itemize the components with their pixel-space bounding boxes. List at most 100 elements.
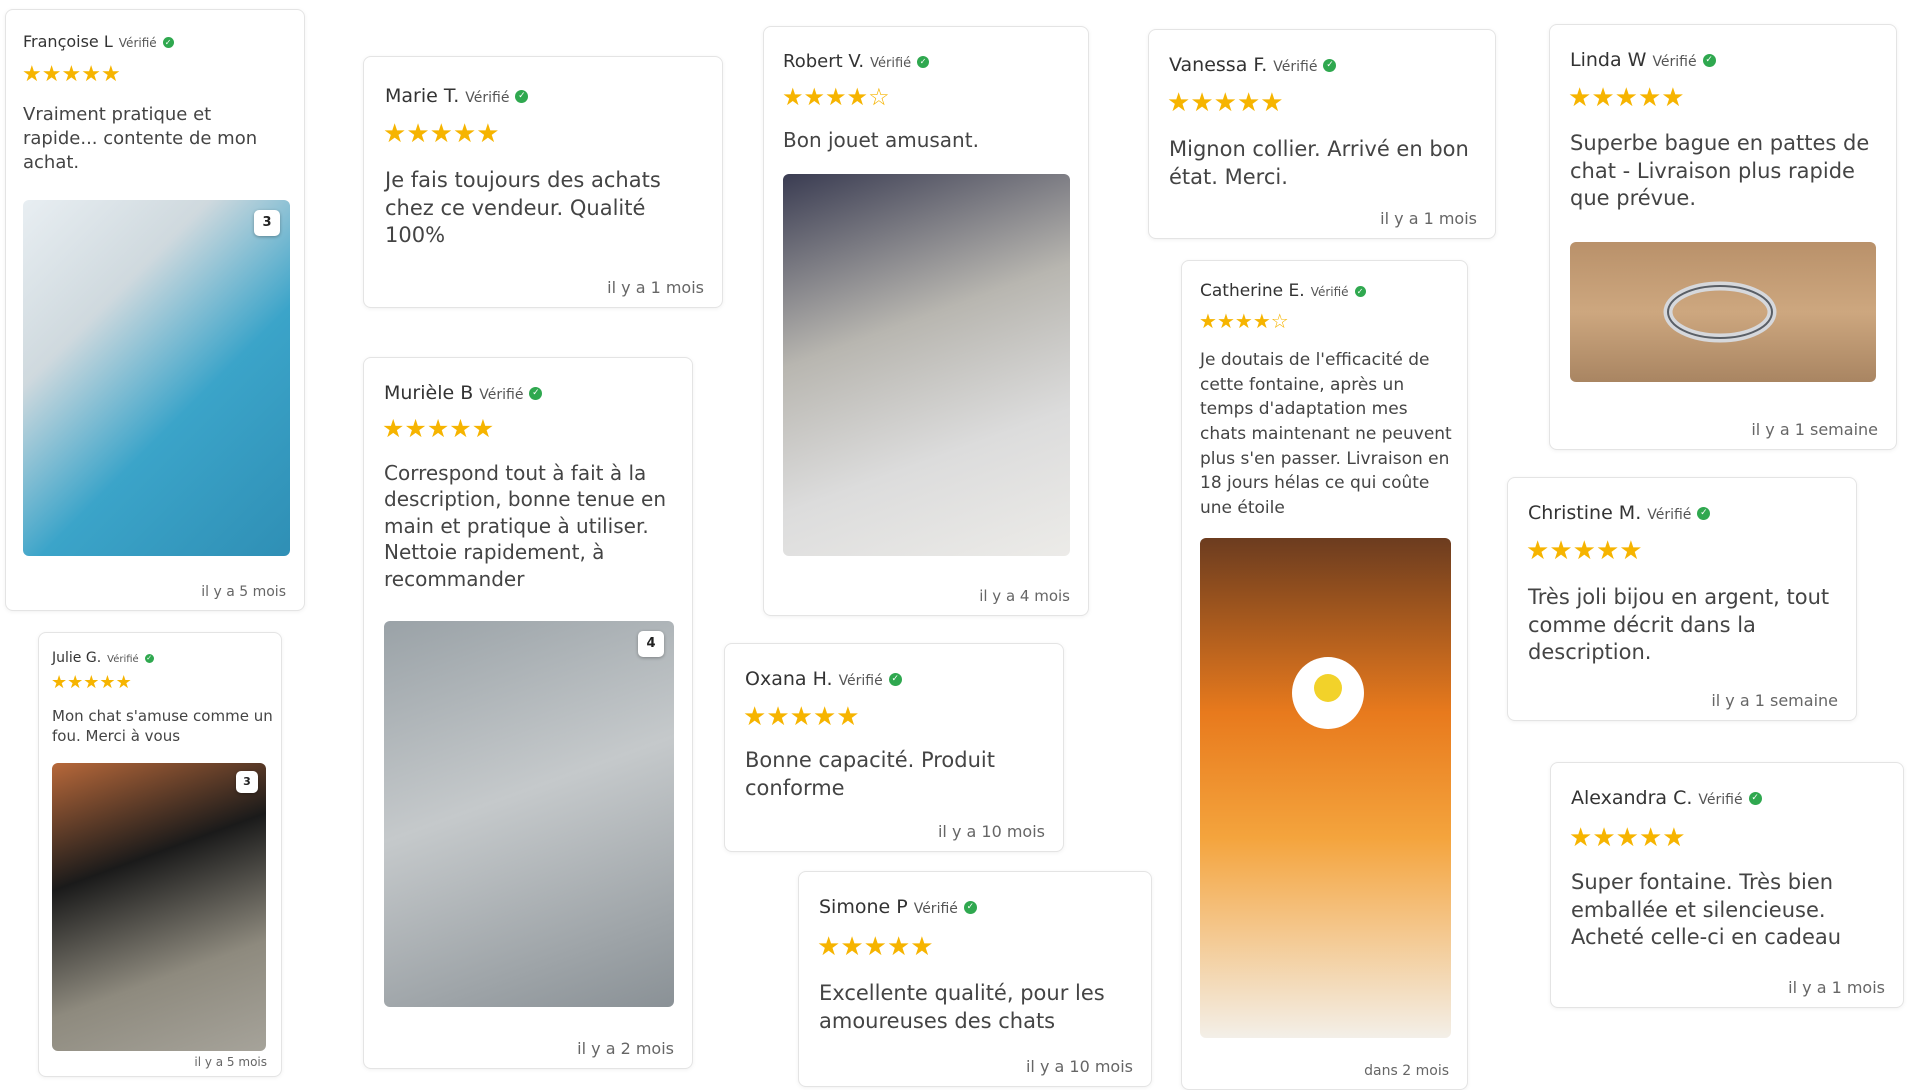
star-icon: ★	[51, 672, 68, 693]
star-icon: ★	[1619, 536, 1643, 566]
star-rating: ★★★★★	[1526, 536, 1643, 566]
review-card[interactable]: Linda W Vérifié ✓ ★★★★★ Superbe bague en p…	[1549, 24, 1897, 450]
star-icon: ★	[1591, 83, 1615, 113]
star-icon: ★	[41, 62, 62, 87]
star-icon: ★	[22, 62, 42, 87]
reviewer-name: Oxana H.	[745, 668, 833, 690]
review-date: il y a 10 mois	[937, 822, 1045, 841]
star-rating: ★★★★★	[743, 702, 860, 732]
star-icon: ★	[1595, 536, 1620, 566]
review-date: il y a 5 mois	[201, 584, 286, 600]
verified-label: Vérifié	[870, 56, 912, 71]
star-icon: ★	[1572, 536, 1596, 566]
star-icon: ★	[910, 932, 934, 962]
star-icon: ★	[1234, 309, 1253, 333]
review-card[interactable]: Françoise L Vérifié ✓ ★★★★★ Vraiment prati…	[5, 9, 305, 611]
review-text: Je fais toujours des achats chez ce vend…	[385, 168, 661, 248]
verified-check-icon: ✓	[515, 90, 529, 103]
star-icon: ★	[743, 702, 767, 732]
empty-star-icon: ☆	[1270, 309, 1289, 333]
star-icon: ★	[782, 83, 804, 111]
star-icon: ★	[766, 702, 790, 732]
review-text: Bonne capacité. Produit conforme	[745, 748, 995, 800]
review-text: Très joli bijou en argent, tout comme dé…	[1528, 585, 1830, 665]
photo-count-badge[interactable]: 4	[638, 631, 664, 657]
review-photo[interactable]	[1570, 242, 1876, 382]
star-rating: ★★★★★	[383, 119, 500, 149]
star-icon: ★	[1661, 83, 1685, 113]
star-icon: ★	[81, 62, 101, 87]
review-text: Je doutais de l'efficacité de cette font…	[1200, 350, 1452, 518]
verified-label: Vérifié	[1652, 54, 1697, 70]
verified-check-icon: ✓	[144, 653, 154, 663]
review-card[interactable]: Alexandra C. Vérifié ✓ ★★★★★ Super fontain…	[1550, 762, 1904, 1008]
star-rating: ★★★★☆	[782, 83, 890, 111]
star-icon: ★	[1615, 823, 1639, 853]
review-card[interactable]: Julie G. Vérifié ✓ ★★★★★ Mon chat s'amuse …	[38, 632, 282, 1077]
star-icon: ★	[886, 932, 911, 962]
review-header: Marie T. Vérifié ✓	[385, 85, 529, 107]
verified-label: Vérifié	[838, 673, 883, 689]
star-icon: ★	[1569, 823, 1593, 853]
review-date: il y a 1 semaine	[1751, 420, 1878, 439]
star-icon: ★	[1190, 88, 1214, 118]
review-photo[interactable]: 3	[52, 763, 266, 1051]
review-photo[interactable]: 3	[23, 200, 290, 556]
star-icon: ★	[1637, 83, 1662, 113]
review-date: il y a 1 mois	[1788, 978, 1885, 997]
verified-label: Vérifié	[465, 90, 510, 106]
verified-label: Vérifié	[1647, 507, 1692, 523]
star-icon: ★	[115, 672, 132, 693]
review-card[interactable]: Oxana H. Vérifié ✓ ★★★★★ Bonne capacité. P…	[724, 643, 1064, 852]
review-header: Simone P Vérifié ✓	[819, 896, 977, 918]
star-icon: ★	[449, 414, 472, 443]
verified-check-icon: ✓	[917, 56, 930, 68]
verified-label: Vérifié	[118, 36, 157, 50]
review-card[interactable]: Christine M. Vérifié ✓ ★★★★★ Très joli bij…	[1507, 477, 1857, 721]
review-text: Correspond tout à fait à la description,…	[384, 461, 667, 591]
star-icon: ★	[840, 932, 864, 962]
star-icon: ★	[452, 119, 477, 149]
star-icon: ★	[83, 672, 100, 693]
review-date: il y a 10 mois	[1025, 1057, 1133, 1076]
review-card[interactable]: Simone P Vérifié ✓ ★★★★★ Excellente qualit…	[798, 871, 1152, 1087]
star-icon: ★	[1526, 536, 1550, 566]
review-date: il y a 1 mois	[1380, 209, 1477, 228]
review-header: Christine M. Vérifié ✓	[1528, 502, 1711, 524]
photo-count-badge[interactable]: 3	[236, 771, 258, 793]
photo-count-badge[interactable]: 3	[254, 210, 280, 236]
review-text: Vraiment pratique et rapide... contente …	[23, 104, 258, 173]
star-icon: ★	[100, 62, 121, 87]
review-card[interactable]: Robert V. Vérifié ✓ ★★★★☆ Bon jouet amusan…	[763, 26, 1089, 616]
review-header: Julie G. Vérifié ✓	[52, 650, 154, 666]
review-card[interactable]: Marie T. Vérifié ✓ ★★★★★ Je fais toujours …	[363, 56, 723, 308]
empty-star-icon: ☆	[868, 83, 890, 111]
star-icon: ★	[803, 83, 826, 111]
star-rating: ★★★★☆	[1199, 309, 1289, 333]
review-card[interactable]: Vanessa F. Vérifié ✓ ★★★★★ Mignon collier.…	[1148, 29, 1496, 239]
review-photo[interactable]	[1200, 538, 1451, 1038]
review-header: Alexandra C. Vérifié ✓	[1571, 787, 1762, 809]
star-icon: ★	[1638, 823, 1663, 853]
review-photo[interactable]	[783, 174, 1070, 556]
verified-label: Vérifié	[1273, 59, 1318, 75]
star-icon: ★	[471, 414, 495, 443]
review-header: Murièle B Vérifié ✓	[384, 382, 543, 404]
star-icon: ★	[1252, 309, 1271, 333]
review-text: Excellente qualité, pour les amoureuses …	[819, 981, 1105, 1033]
reviewer-name: Vanessa F.	[1169, 54, 1268, 76]
verified-check-icon: ✓	[1323, 59, 1337, 72]
review-card[interactable]: Catherine E. Vérifié ✓ ★★★★☆ Je doutais de…	[1181, 260, 1468, 1090]
verified-label: Vérifié	[107, 654, 139, 665]
verified-check-icon: ✓	[1702, 54, 1716, 67]
verified-label: Vérifié	[1310, 285, 1349, 299]
review-header: Linda W Vérifié ✓	[1570, 49, 1716, 71]
star-icon: ★	[1236, 88, 1261, 118]
star-icon: ★	[429, 119, 453, 149]
review-photo[interactable]: 4	[384, 621, 674, 1007]
review-card[interactable]: Murièle B Vérifié ✓ ★★★★★ Correspond tout …	[363, 357, 693, 1069]
ring-icon	[1663, 281, 1777, 343]
review-text: Bon jouet amusant.	[783, 128, 979, 152]
star-rating: ★★★★★	[1568, 83, 1685, 113]
star-rating: ★★★★★	[1167, 88, 1284, 118]
